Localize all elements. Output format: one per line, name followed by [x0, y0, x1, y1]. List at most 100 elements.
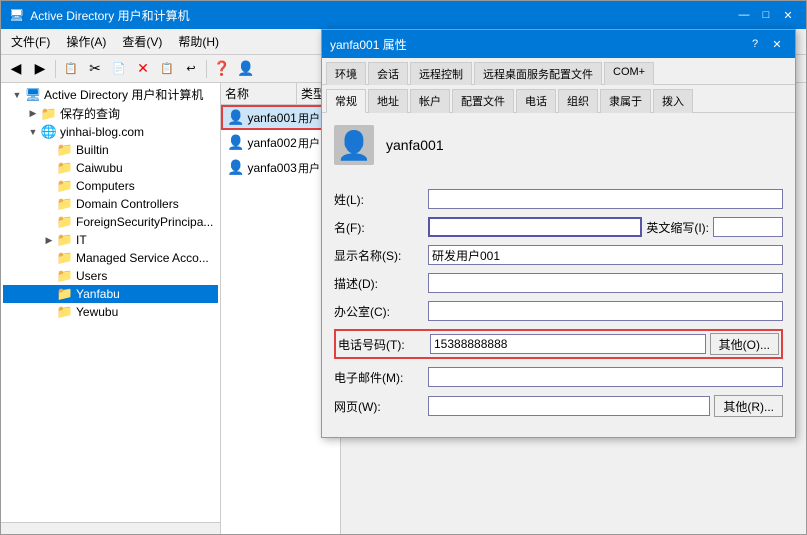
- email-label: 电子邮件(M):: [334, 369, 424, 386]
- tab-organization[interactable]: 组织: [558, 89, 598, 113]
- menu-help[interactable]: 帮助(H): [172, 31, 225, 52]
- saved-folder-icon: 📁: [41, 106, 57, 122]
- main-window: 🖥 Active Directory 用户和计算机 — □ ✕ 文件(F) 操作…: [0, 0, 807, 535]
- left-panel: ▼ 🖥 Active Directory 用户和计算机 ▶ 📁 保存的查询 ▼ …: [1, 83, 221, 534]
- help-toolbar-button[interactable]: ❓: [211, 58, 233, 80]
- minimize-button[interactable]: —: [734, 5, 754, 25]
- menu-file[interactable]: 文件(F): [5, 31, 56, 52]
- firstname-input[interactable]: [428, 217, 642, 237]
- phone-label: 电话号码(T):: [338, 336, 426, 353]
- copy-button[interactable]: 📄: [108, 58, 130, 80]
- forward-button[interactable]: ▶: [29, 58, 51, 80]
- main-title-text: 🖥 Active Directory 用户和计算机: [9, 7, 190, 24]
- toolbar-sep2: [206, 60, 207, 78]
- caiwubu-folder-icon: 📁: [57, 160, 73, 176]
- saved-expand-icon[interactable]: ▶: [25, 108, 41, 119]
- menu-view[interactable]: 查看(V): [116, 31, 168, 52]
- dc-folder-icon: 📁: [57, 196, 73, 212]
- phone-other-button[interactable]: 其他(O)...: [710, 333, 779, 355]
- tab-dialin[interactable]: 拨入: [653, 89, 693, 113]
- maximize-button[interactable]: □: [756, 5, 776, 25]
- lastname-input[interactable]: [428, 189, 783, 209]
- tree-horizontal-scroll[interactable]: [1, 522, 220, 534]
- displayname-input[interactable]: [428, 245, 783, 265]
- displayname-label: 显示名称(S):: [334, 247, 424, 264]
- office-input[interactable]: [428, 301, 783, 321]
- email-input[interactable]: [428, 367, 783, 387]
- main-title-bar: 🖥 Active Directory 用户和计算机 — □ ✕: [1, 1, 806, 29]
- tree-view: ▼ 🖥 Active Directory 用户和计算机 ▶ 📁 保存的查询 ▼ …: [1, 83, 220, 522]
- yanfabu-folder-icon: 📁: [57, 286, 73, 302]
- tree-item-builtin[interactable]: 📁 Builtin: [3, 141, 218, 159]
- close-main-button[interactable]: ✕: [778, 5, 798, 25]
- tree-item-yanfabu[interactable]: 📁 Yanfabu: [3, 285, 218, 303]
- main-title-icon: 🖥: [9, 8, 24, 22]
- cut-button[interactable]: ✂: [84, 58, 106, 80]
- foreign-folder-icon: 📁: [57, 214, 73, 230]
- tab-address[interactable]: 地址: [368, 89, 408, 113]
- description-label: 描述(D):: [334, 275, 424, 292]
- description-input[interactable]: [428, 273, 783, 293]
- tab-profile[interactable]: 配置文件: [452, 89, 514, 113]
- menu-action[interactable]: 操作(A): [60, 31, 112, 52]
- delete-button[interactable]: ✕: [132, 58, 154, 80]
- webpage-input[interactable]: [428, 396, 710, 416]
- toolbar-sep1: [55, 60, 56, 78]
- firstname-row: 名(F): 英文缩写(I):: [334, 217, 783, 237]
- tab-member-of[interactable]: 隶属于: [600, 89, 651, 113]
- avatar: 👤: [334, 125, 374, 165]
- domain-icon: 🌐: [41, 124, 57, 140]
- user-icon-yanfa003: 👤: [227, 159, 244, 176]
- email-row: 电子邮件(M):: [334, 367, 783, 387]
- domain-expand-icon[interactable]: ▼: [25, 127, 41, 137]
- paste-button[interactable]: 📋: [156, 58, 178, 80]
- properties-dialog: yanfa001 属性 ? ✕ 环境 会话 远程控制 远程桌面服务配置文件 CO…: [321, 83, 796, 438]
- webpage-row: 网页(W): 其他(R)...: [334, 395, 783, 417]
- user-display-name: yanfa001: [386, 137, 444, 153]
- firstname-label: 名(F):: [334, 219, 424, 236]
- title-controls: — □ ✕: [734, 5, 798, 25]
- user-header: 👤 yanfa001: [334, 125, 783, 173]
- tree-item-saved[interactable]: ▶ 📁 保存的查询: [3, 104, 218, 123]
- tree-item-yewubu[interactable]: 📁 Yewubu: [3, 303, 218, 321]
- description-row: 描述(D):: [334, 273, 783, 293]
- tree-item-computers[interactable]: 📁 Computers: [3, 177, 218, 195]
- user-icon-yanfa001: 👤: [227, 109, 244, 126]
- english-input[interactable]: [713, 217, 783, 237]
- tab-phone[interactable]: 电话: [516, 89, 556, 113]
- user-icon-yanfa002: 👤: [227, 134, 244, 151]
- tree-item-foreignsecurity[interactable]: 📁 ForeignSecurityPrincipa...: [3, 213, 218, 231]
- avatar-icon: 👤: [337, 129, 372, 162]
- builtin-folder-icon: 📁: [57, 142, 73, 158]
- tree-item-users[interactable]: 📁 Users: [3, 267, 218, 285]
- yewubu-folder-icon: 📁: [57, 304, 73, 320]
- root-domain-icon: 🖥: [25, 87, 41, 103]
- root-expand-icon[interactable]: ▼: [9, 90, 25, 100]
- tree-item-it[interactable]: ▶ 📁 IT: [3, 231, 218, 249]
- phone-row: 电话号码(T): 其他(O)...: [334, 329, 783, 359]
- tree-item-domaincontrollers[interactable]: 📁 Domain Controllers: [3, 195, 218, 213]
- tree-item-managed[interactable]: 📁 Managed Service Acco...: [3, 249, 218, 267]
- tree-root[interactable]: ▼ 🖥 Active Directory 用户和计算机: [3, 85, 218, 104]
- back-button[interactable]: ◀: [5, 58, 27, 80]
- it-expand-icon[interactable]: ▶: [41, 235, 57, 246]
- webpage-other-button[interactable]: 其他(R)...: [714, 395, 783, 417]
- user-toolbar-button[interactable]: 👤: [235, 58, 257, 80]
- tab-account[interactable]: 帐户: [410, 89, 450, 113]
- undo-button[interactable]: ↩: [180, 58, 202, 80]
- list-col-name: 名称: [221, 83, 297, 104]
- tree-item-caiwubu[interactable]: 📁 Caiwubu: [3, 159, 218, 177]
- english-label: 英文缩写(I):: [646, 219, 709, 236]
- tab-general[interactable]: 常规: [326, 89, 366, 113]
- office-label: 办公室(C):: [334, 303, 424, 320]
- lastname-label: 姓(L):: [334, 191, 424, 208]
- tab-bar-row2: 常规 地址 帐户 配置文件 电话 组织 隶属于 拨入: [322, 85, 795, 113]
- tree-item-domain[interactable]: ▼ 🌐 yinhai-blog.com: [3, 123, 218, 141]
- show-button[interactable]: 📋: [60, 58, 82, 80]
- phone-input[interactable]: [430, 334, 706, 354]
- main-content: ▼ 🖥 Active Directory 用户和计算机 ▶ 📁 保存的查询 ▼ …: [1, 83, 806, 534]
- lastname-row: 姓(L):: [334, 189, 783, 209]
- it-folder-icon: 📁: [57, 232, 73, 248]
- users-folder-icon: 📁: [57, 268, 73, 284]
- computers-folder-icon: 📁: [57, 178, 73, 194]
